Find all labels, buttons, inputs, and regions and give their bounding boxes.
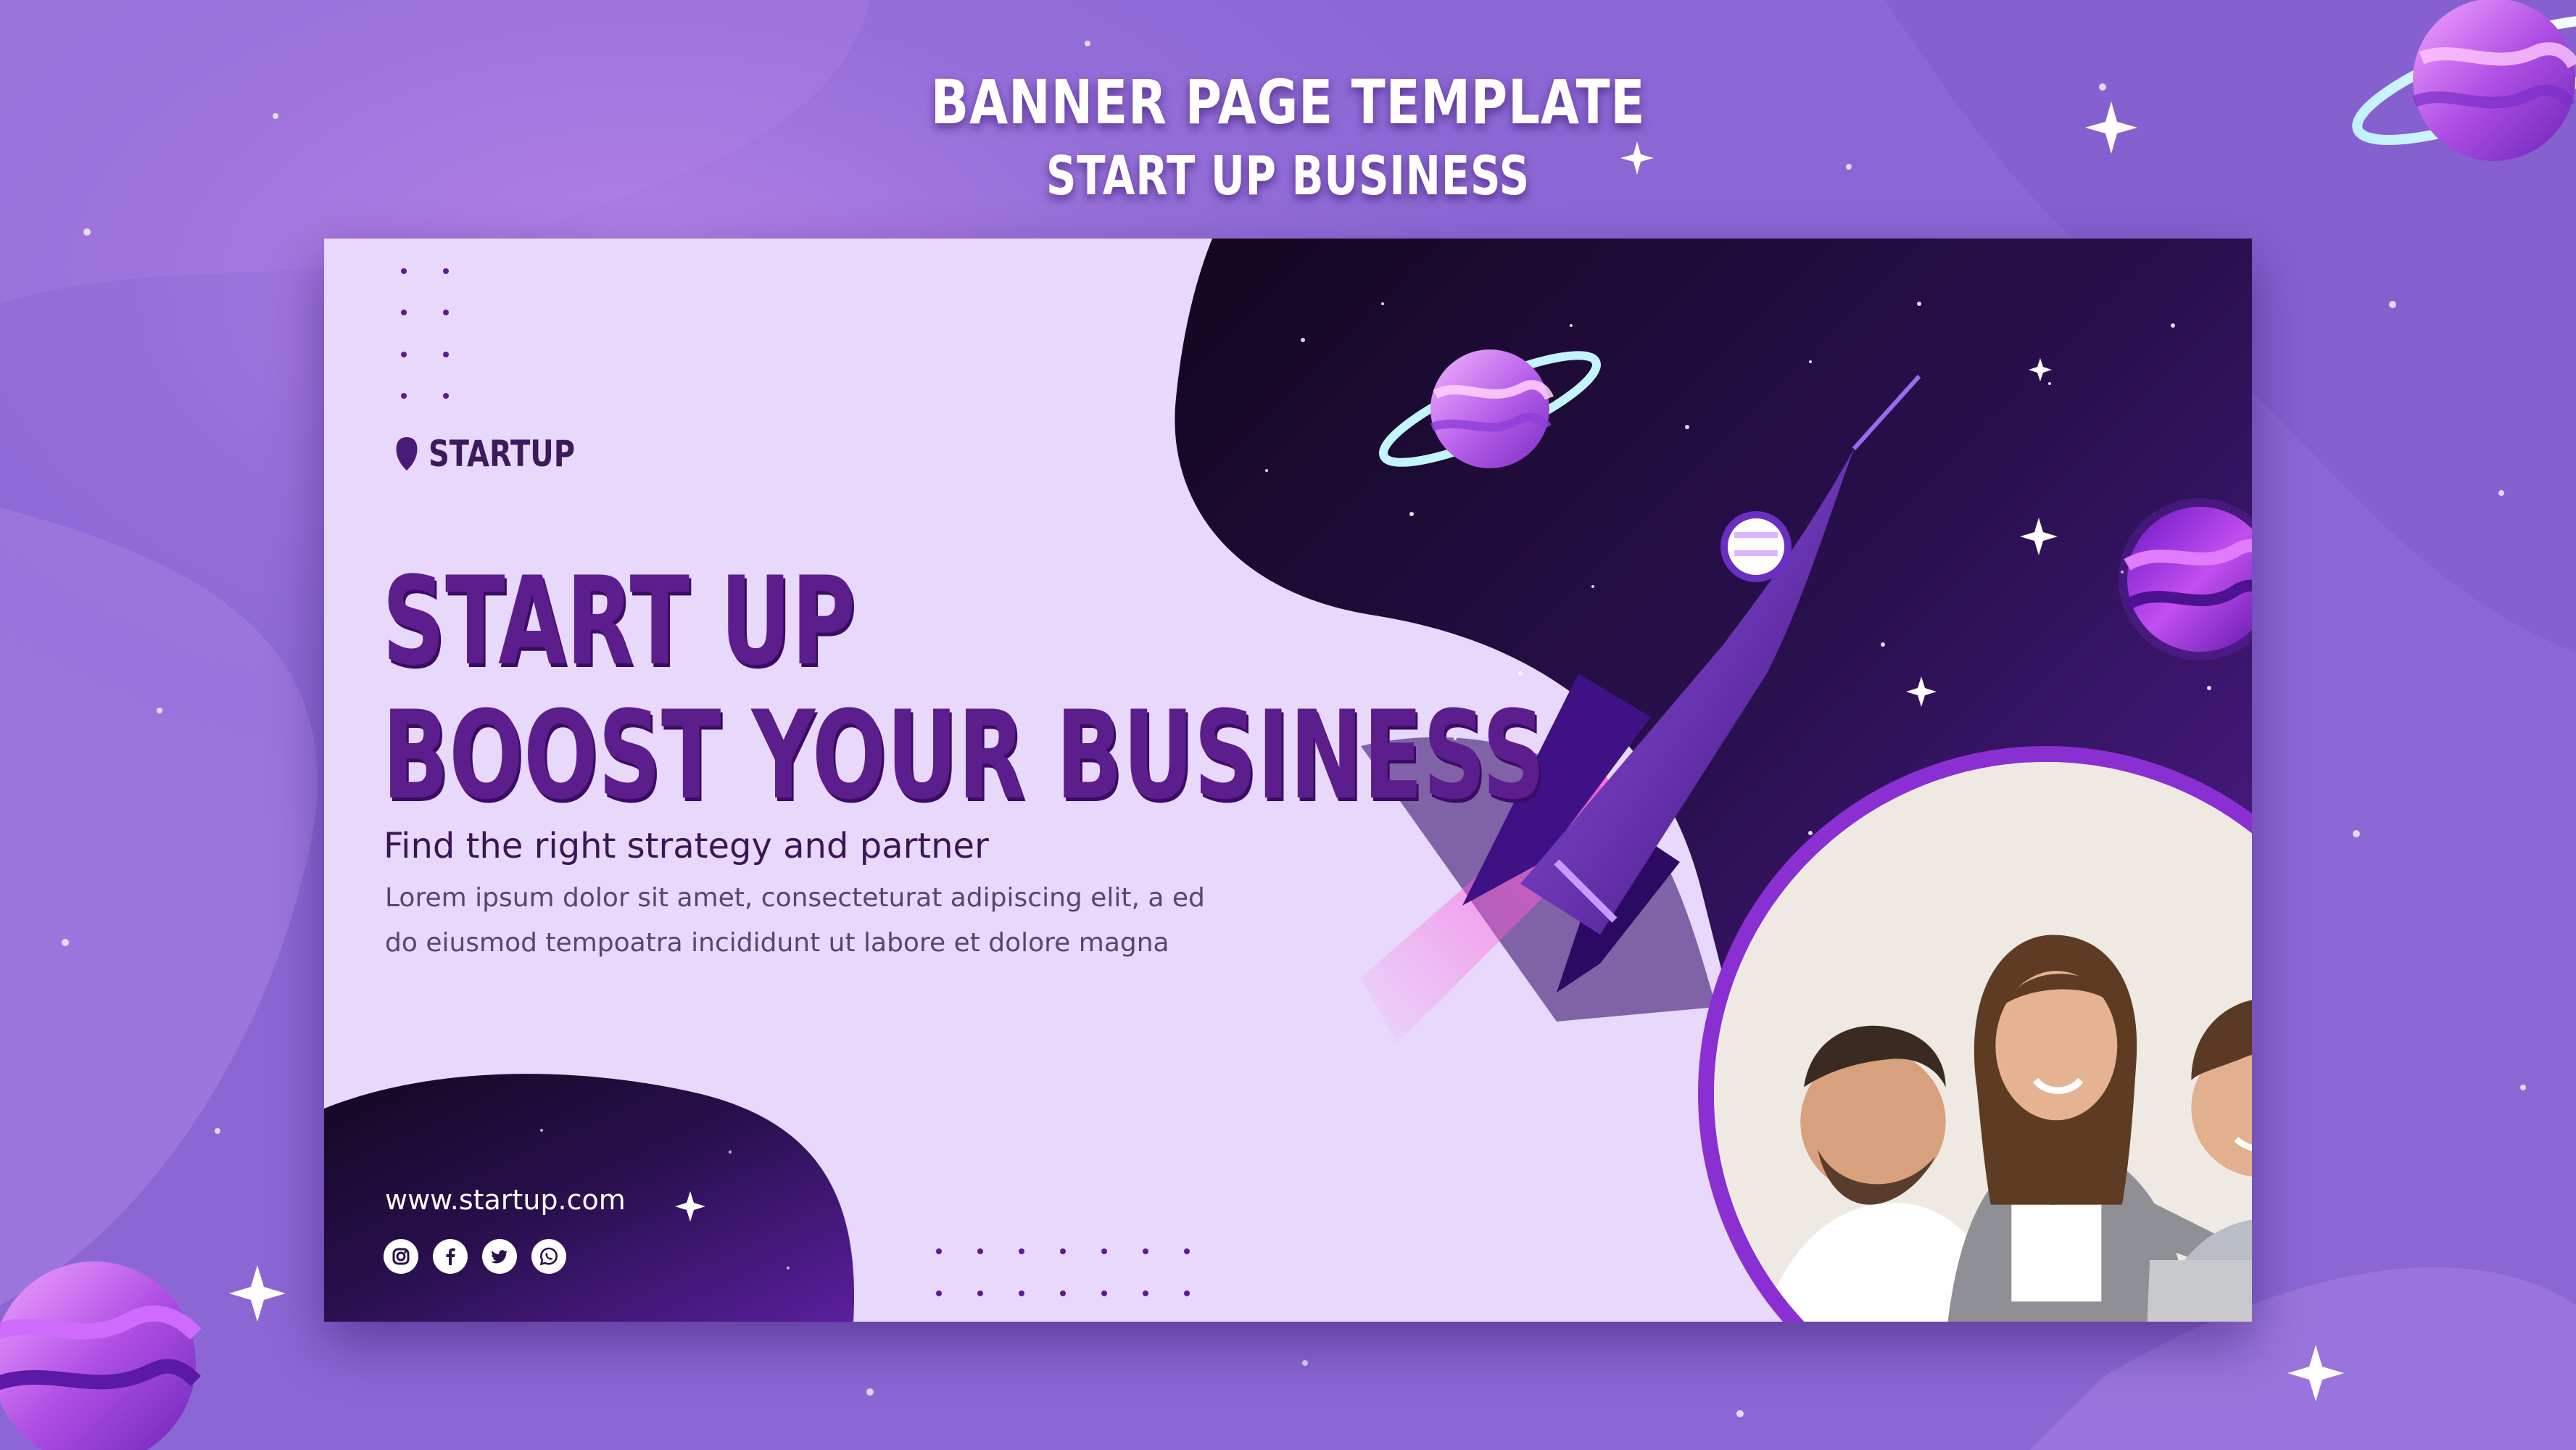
subheading: Find the right strategy and partner: [384, 826, 989, 866]
logo-text: STARTUP: [428, 433, 576, 475]
instagram-icon[interactable]: [384, 1239, 418, 1274]
headline-line-2: BOOST YOUR BUSINESS: [382, 684, 1546, 826]
whatsapp-icon[interactable]: [531, 1239, 566, 1274]
body-text-line-1: Lorem ipsum dolor sit amet, consectetura…: [385, 883, 1205, 913]
website-link[interactable]: www.startup.com: [385, 1184, 626, 1216]
facebook-icon[interactable]: [433, 1239, 468, 1274]
header-subtitle: START UP BUSINESS: [1045, 145, 1531, 207]
banner-card: STARTUP START UP BOOST YOUR BUSINESS Fin…: [324, 239, 2252, 1322]
headline-line-1: START UP: [382, 550, 856, 692]
dot-grid-bottom: [936, 1248, 1190, 1296]
logo-mark-icon: [396, 437, 418, 471]
twitter-icon[interactable]: [482, 1239, 517, 1274]
social-links: [384, 1239, 566, 1274]
logo: STARTUP: [394, 433, 612, 475]
body-text-line-2: do eiusmod tempoatra incididunt ut labor…: [385, 928, 1169, 958]
dot-grid-top: [401, 268, 449, 399]
header-title: BANNER PAGE TEMPLATE: [930, 67, 1646, 138]
